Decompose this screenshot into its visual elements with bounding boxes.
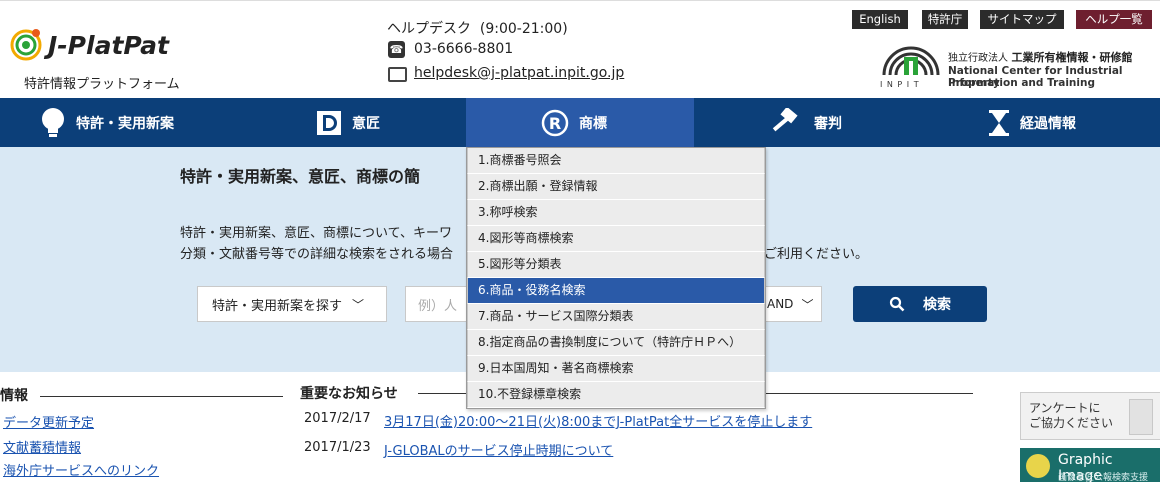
and-or-value: AND [767,297,794,311]
logo-subtitle: 特許情報プラットフォーム [24,77,180,92]
chevron-down-icon: ﹀ [801,297,814,312]
jpo-link[interactable]: 特許庁 [922,10,968,29]
band-desc-line2-right: ご利用ください。 [764,247,869,262]
survey-banner[interactable]: アンケートに ご協力ください [1020,392,1160,440]
search-button-label: 検索 [923,297,951,313]
design-d-icon [317,110,341,135]
hourglass-icon [989,109,1009,136]
dropdown-item-figure-search[interactable]: 4.図形等商標検索 [467,226,765,252]
nav-appeal[interactable]: 審判 [770,98,900,147]
phone-number: 03-6666-8801 [414,41,514,57]
nav-appeal-label: 審判 [814,115,842,132]
band-desc-line2-left: 分類・文献番号等での詳細な検索をされる場合 [180,247,454,262]
info-divider [40,396,283,397]
dropdown-item-well-known-marks[interactable]: 9.日本国周知・著名商標検索 [467,356,765,382]
nav-design-label: 意匠 [352,115,380,132]
jplatpat-logo-icon[interactable] [10,27,44,61]
helpdesk-label: ヘルプデスク [387,21,471,37]
notice-date: 2017/1/23 [304,440,371,455]
search-category-select[interactable]: 特許・実用新案を探す ﹀ [197,286,387,322]
trademark-dropdown-menu: 1.商標番号照会 2.商標出願・登録情報 3.称呼検索 4.図形等商標検索 5.… [466,147,766,409]
dropdown-item-trademark-number[interactable]: 1.商標番号照会 [467,148,765,174]
search-category-value: 特許・実用新案を探す [212,298,343,314]
helpdesk-hours: (9:00-21:00) [479,21,568,37]
inpit-name-jp-main: 工業所有権情報・研修館 [1011,51,1133,64]
registered-r-icon: R [541,109,569,136]
notice-link[interactable]: 3月17日(金)20:00～21日(火)8:00までJ-PlatPat全サービス… [384,411,812,430]
dropdown-item-figure-classification[interactable]: 5.図形等分類表 [467,252,765,278]
nav-progress[interactable]: 経過情報 [988,98,1138,147]
nav-progress-label: 経過情報 [1020,115,1076,132]
dropdown-item-rewrite-system[interactable]: 8.指定商品の書換制度について（特許庁ＨＰへ） [467,330,765,356]
survey-text: アンケートに ご協力ください [1029,401,1113,431]
dropdown-item-pronunciation-search[interactable]: 3.称呼検索 [467,200,765,226]
inpit-name-jp-small: 独立行政法人 [948,53,1008,64]
help-list-link[interactable]: ヘルプ一覧 [1076,10,1152,29]
notice-date: 2017/2/17 [304,411,371,426]
english-link[interactable]: English [852,10,908,29]
chevron-down-icon: ﹀ [352,297,365,312]
nav-trademark-inner: R 商標 [541,109,607,137]
search-icon [889,296,905,312]
band-title: 特許・実用新案、意匠、商標の簡 [180,167,421,186]
dropdown-item-unregistrable-marks[interactable]: 10.不登録標章検索 [467,382,765,408]
data-update-link[interactable]: データ更新予定 [3,412,94,431]
lightbulb-icon [42,107,64,137]
inpit-name-en-2: Information and Training [948,77,1095,89]
nav-trademark-label: 商標 [579,115,607,132]
search-button[interactable]: 検索 [853,286,987,322]
info-heading: 情報 [0,388,28,404]
site-header: J-PlatPat 特許情報プラットフォーム ヘルプデスク (9:00-21:0… [0,0,1160,99]
graphic-image-icon [1026,454,1050,478]
doc-accumulation-link[interactable]: 文献蓄積情報 [3,437,81,456]
dropdown-item-goods-services-search[interactable]: 6.商品・役務名検索 [467,278,765,304]
phone-icon: ☎ [388,41,405,58]
survey-paper-icon [1129,399,1153,435]
nav-design[interactable]: 意匠 [316,98,466,147]
keyword-placeholder: 例）人 [418,298,458,314]
logo-text[interactable]: J-PlatPat [48,31,169,60]
band-desc-line1: 特許・実用新案、意匠、商標について、キーワ [180,226,452,241]
notices-heading: 重要なお知らせ [300,386,398,402]
graphic-image-banner[interactable]: Graphic Image 画像意匠公報検索支援 [1020,448,1160,482]
inpit-abbr: I N P I T [880,80,920,89]
nav-patent-label: 特許・実用新案 [76,115,174,132]
mail-icon [388,67,407,82]
notice-link[interactable]: J-GLOBALのサービス停止時期について [384,440,613,459]
foreign-office-link[interactable]: 海外庁サービスへのリンク [3,460,159,479]
graphic-image-sub: 画像意匠公報検索支援 [1058,473,1149,482]
dropdown-item-application-info[interactable]: 2.商標出願・登録情報 [467,174,765,200]
svg-text:R: R [549,114,561,133]
nav-trademark[interactable]: R 商標 [466,98,694,147]
and-or-select[interactable]: AND ﹀ [763,286,822,322]
gavel-icon [772,107,798,131]
survey-line1: アンケートに [1029,401,1101,415]
dropdown-item-international-classification[interactable]: 7.商品・サービス国際分類表 [467,304,765,330]
main-nav: 特許・実用新案 意匠 R 商標 審判 経過情報 [0,98,1160,147]
survey-line2: ご協力ください [1029,416,1114,430]
inpit-logo-icon[interactable] [880,41,942,77]
sitemap-link[interactable]: サイトマップ [980,10,1064,29]
helpdesk-title: ヘルプデスク (9:00-21:00) [387,18,568,38]
nav-patent[interactable]: 特許・実用新案 [40,98,240,147]
helpdesk-email-link[interactable]: helpdesk@j-platpat.inpit.go.jp [414,65,624,81]
inpit-name-jp: 独立行政法人 工業所有権情報・研修館 [948,49,1133,65]
